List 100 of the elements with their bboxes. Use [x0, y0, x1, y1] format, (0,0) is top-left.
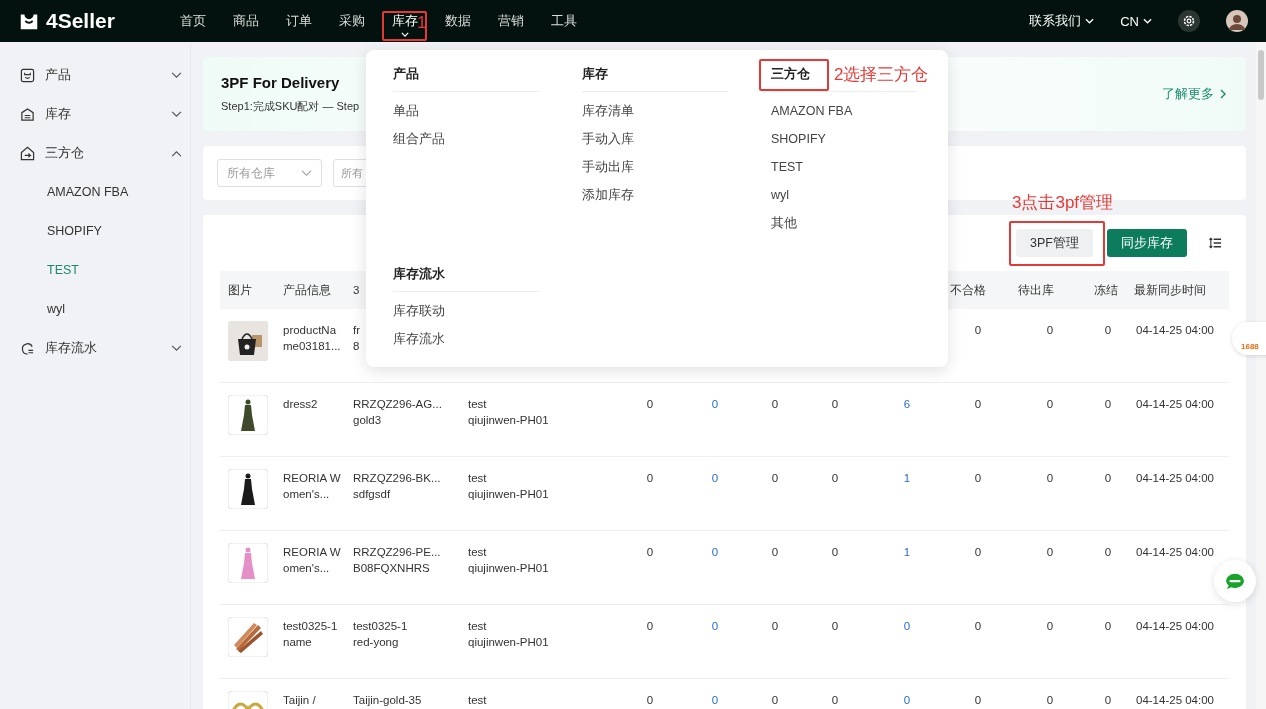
sku-text: RRZQZ296-AG... — [353, 397, 442, 412]
nav-tab[interactable]: 营销 — [497, 0, 524, 42]
quantity-cell: 0 — [711, 620, 719, 632]
sidebar-item[interactable]: 三方仓 — [0, 134, 190, 173]
warehouse-text: test — [468, 693, 487, 708]
quantity-cell: 0 — [903, 620, 911, 632]
product-name: REORIA Women's... — [283, 545, 341, 576]
sync-time: 04-14-25 04:00 — [1136, 398, 1214, 410]
quantity-cell: 1 — [903, 546, 911, 558]
quantity-cell: 0 — [771, 546, 779, 558]
sidebar-subitem[interactable]: TEST — [0, 251, 190, 290]
sku-text: sdfgsdf — [353, 487, 391, 502]
column-header: 最新同步时间 — [1134, 283, 1206, 296]
quantity-cell: 0 — [711, 472, 719, 484]
menu-section-title: 库存 — [582, 66, 728, 92]
menu-section-title: 库存流水 — [393, 266, 539, 292]
quantity-cell: 0 — [1046, 398, 1054, 410]
nav-tab[interactable]: 订单 — [285, 0, 312, 42]
quantity-cell: 0 — [771, 398, 779, 410]
column-header: 待出库 — [1018, 283, 1054, 296]
menu-item[interactable]: 单品 — [393, 102, 419, 130]
quantity-cell: 1 — [903, 472, 911, 484]
menu-item[interactable]: 添加库存 — [582, 186, 634, 214]
sidebar-subitem[interactable]: AMAZON FBA — [0, 173, 190, 212]
menu-item[interactable]: 其他 — [771, 214, 797, 242]
product-name: productName03181... — [283, 323, 341, 354]
quantity-cell: 0 — [646, 694, 654, 706]
sidebar-subitem[interactable]: wyl — [0, 290, 190, 329]
nav-tab[interactable]: 工具 — [550, 0, 577, 42]
menu-item[interactable]: wyl — [771, 186, 790, 214]
quantity-cell: 0 — [646, 546, 654, 558]
warehouse-text: qiujinwen-PH01 — [468, 487, 549, 502]
warehouse-text: qiujinwen-PH01 — [468, 413, 549, 428]
menu-item[interactable]: 组合产品 — [393, 130, 445, 158]
sync-button[interactable]: 同步库存 — [1107, 229, 1187, 257]
sku-text: RRZQZ296-BK... — [353, 471, 441, 486]
nav-tab[interactable]: 库存 — [391, 0, 418, 42]
quantity-cell: 0 — [1046, 472, 1054, 484]
column-header: 冻结 — [1094, 283, 1118, 296]
menu-item[interactable]: 手动入库 — [582, 130, 634, 158]
quantity-cell: 0 — [1046, 546, 1054, 558]
sku-text: B08FQXNHRS — [353, 561, 430, 576]
quantity-cell: 0 — [711, 694, 719, 706]
sidebar-item[interactable]: 库存流水 — [0, 329, 190, 368]
warehouse-text: test — [468, 397, 487, 412]
quantity-cell: 0 — [646, 620, 654, 632]
quantity-cell: 0 — [771, 472, 779, 484]
product-name: dress2 — [283, 397, 319, 412]
language-menu[interactable]: CN — [1120, 13, 1152, 29]
menu-item[interactable]: 手动出库 — [582, 158, 634, 186]
sync-time: 04-14-25 04:00 — [1136, 694, 1214, 706]
warehouse-text: test — [468, 545, 487, 560]
contact-menu[interactable]: 联系我们 — [1029, 12, 1095, 30]
quantity-cell: 0 — [974, 324, 982, 336]
sync-time: 04-14-25 04:00 — [1136, 546, 1214, 558]
quantity-cell: 6 — [903, 398, 911, 410]
column-header: 产品信息 — [283, 283, 331, 296]
annotation-note: 2选择三方仓 — [834, 64, 929, 86]
quantity-cell: 0 — [974, 472, 982, 484]
menu-item[interactable]: 库存联动 — [393, 302, 445, 330]
quantity-cell: 0 — [1046, 620, 1054, 632]
warehouse-text: test — [468, 619, 487, 634]
quantity-cell: 0 — [1104, 324, 1112, 336]
learn-more-link[interactable]: 了解更多 — [1162, 85, 1226, 103]
quantity-cell: 0 — [1104, 694, 1112, 706]
quantity-cell: 0 — [974, 620, 982, 632]
sidebar-item[interactable]: 库存 — [0, 95, 190, 134]
sidebar-subitem[interactable]: SHOPIFY — [0, 212, 190, 251]
annotation-number: 1 — [417, 12, 427, 34]
quantity-cell: 0 — [711, 398, 719, 410]
sync-time: 04-14-25 04:00 — [1136, 324, 1214, 336]
quantity-cell: 0 — [1104, 620, 1112, 632]
banner-title: 3PF For Delivery — [221, 74, 341, 91]
nav-tab[interactable]: 采购 — [338, 0, 365, 42]
menu-item[interactable]: 库存流水 — [393, 330, 445, 358]
quantity-cell: 0 — [1104, 546, 1112, 558]
menu-item[interactable]: AMAZON FBA — [771, 102, 853, 130]
menu-section-title: 产品 — [393, 66, 539, 92]
sidebar-item[interactable]: 产品 — [0, 56, 190, 95]
quantity-cell: 0 — [831, 694, 839, 706]
manage-button[interactable]: 3PF管理 — [1016, 229, 1093, 257]
sku-text: gold3 — [353, 413, 382, 428]
quantity-cell: 0 — [974, 398, 982, 410]
menu-item[interactable]: TEST — [771, 158, 803, 186]
app-logo: 4Seller — [46, 9, 115, 33]
menu-item[interactable]: SHOPIFY — [771, 130, 826, 158]
sync-time: 04-14-25 04:00 — [1136, 620, 1214, 632]
quantity-cell: 0 — [1104, 398, 1112, 410]
quantity-cell: 0 — [711, 546, 719, 558]
quantity-cell: 0 — [974, 546, 982, 558]
nav-tab[interactable]: 首页 — [179, 0, 206, 42]
nav-tab[interactable]: 数据 — [444, 0, 471, 42]
product-name: test0325-1name — [283, 619, 339, 650]
quantity-cell: 0 — [1104, 472, 1112, 484]
sync-time: 04-14-25 04:00 — [1136, 472, 1214, 484]
warehouse-text: test — [468, 471, 487, 486]
nav-tab[interactable]: 商品 — [232, 0, 259, 42]
annotation-note: 3点击3pf管理 — [1012, 192, 1114, 214]
product-name: Taijin / — [283, 693, 317, 708]
menu-item[interactable]: 库存清单 — [582, 102, 634, 130]
